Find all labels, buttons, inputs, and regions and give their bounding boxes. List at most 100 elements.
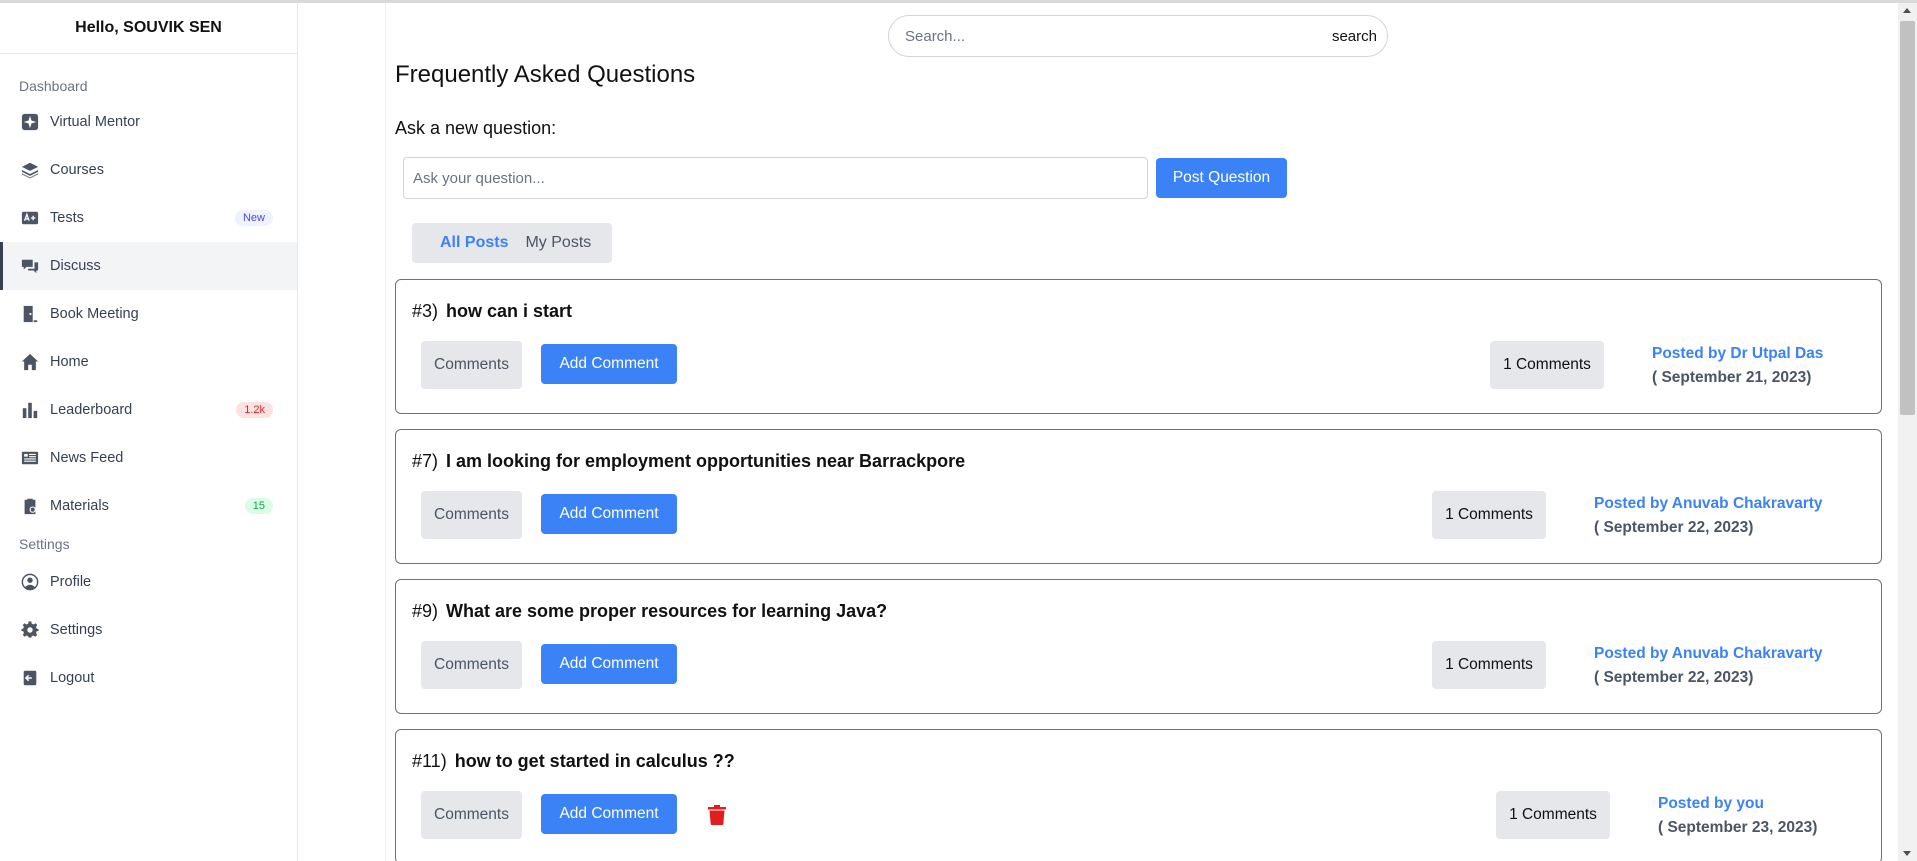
sidebar-item-label: Discuss	[50, 258, 101, 274]
post-date: ( September 22, 2023)	[1594, 519, 1754, 536]
tab-all-posts[interactable]: All Posts	[440, 234, 508, 252]
posted-by: Posted by Dr Utpal Das	[1652, 345, 1824, 362]
question-number: #11)	[412, 751, 447, 771]
post-meta: Posted by Anuvab Chakravarty ( September…	[1594, 492, 1823, 540]
question-number: #7)	[412, 451, 439, 471]
sidebar-item-label: Tests	[50, 210, 84, 226]
sidebar-item-settings[interactable]: Settings	[0, 606, 297, 654]
sparkle-icon	[20, 112, 40, 132]
post-date: ( September 21, 2023)	[1652, 369, 1812, 386]
post-date: ( September 23, 2023)	[1658, 819, 1818, 836]
add-comment-button[interactable]: Add Comment	[541, 344, 677, 384]
sidebar-item-label: News Feed	[50, 450, 124, 466]
main-content: search Frequently Asked Questions Ask a …	[385, 3, 1882, 861]
user-greeting: Hello, SOUVIK SEN	[0, 3, 297, 54]
search-bar: search	[888, 15, 1388, 57]
comment-count[interactable]: 1 Comments	[1432, 491, 1546, 539]
sidebar: Hello, SOUVIK SEN Dashboard Virtual Ment…	[0, 3, 298, 861]
question-title: #9) What are some proper resources for le…	[412, 601, 887, 622]
sidebar-item-label: Settings	[50, 622, 103, 638]
add-comment-button[interactable]: Add Comment	[541, 794, 677, 834]
add-comment-button[interactable]: Add Comment	[541, 644, 677, 684]
comments-button[interactable]: Comments	[421, 791, 522, 839]
count-badge: 1.2k	[236, 402, 273, 418]
new-badge: New	[234, 210, 273, 226]
count-badge: 15	[244, 498, 273, 514]
post-filter-tabs: All Posts My Posts	[412, 223, 612, 263]
clipboard-icon	[20, 496, 40, 516]
question-number: #9)	[412, 601, 439, 621]
search-input[interactable]	[905, 27, 1332, 45]
door-icon	[20, 304, 40, 324]
comment-count[interactable]: 1 Comments	[1432, 641, 1546, 689]
sidebar-item-label: Materials	[50, 498, 109, 514]
add-comment-button[interactable]: Add Comment	[541, 494, 677, 534]
bar-chart-icon	[20, 400, 40, 420]
layers-icon	[20, 160, 40, 180]
sidebar-item-courses[interactable]: Courses	[0, 146, 297, 194]
sidebar-item-label: Profile	[50, 574, 92, 590]
question-card: #11) how to get started in calculus ?? Co…	[395, 729, 1882, 861]
posted-by: Posted by Anuvab Chakravarty	[1594, 495, 1823, 512]
question-text: What are some proper resources for learn…	[446, 601, 888, 621]
post-date: ( September 22, 2023)	[1594, 669, 1754, 686]
question-input[interactable]	[403, 157, 1148, 199]
sidebar-item-virtual-mentor[interactable]: Virtual Mentor	[0, 98, 297, 146]
posted-by: Posted by you	[1658, 795, 1764, 812]
section-label-dashboard: Dashboard	[19, 78, 88, 94]
trash-icon[interactable]	[708, 805, 726, 825]
sidebar-item-book-meeting[interactable]: Book Meeting	[0, 290, 297, 338]
post-meta: Posted by Anuvab Chakravarty ( September…	[1594, 642, 1823, 690]
sidebar-item-news-feed[interactable]: News Feed	[0, 434, 297, 482]
sidebar-item-discuss[interactable]: Discuss	[0, 242, 297, 290]
page-title: Frequently Asked Questions	[395, 61, 696, 88]
question-text: how can i start	[446, 301, 573, 321]
post-meta: Posted by Dr Utpal Das ( September 21, 2…	[1652, 342, 1823, 390]
question-text: I am looking for employment opportunitie…	[446, 451, 966, 471]
question-text: how to get started in calculus ??	[454, 751, 735, 771]
section-label-settings: Settings	[19, 536, 70, 552]
sidebar-item-leaderboard[interactable]: Leaderboard 1.2k	[0, 386, 297, 434]
comment-count[interactable]: 1 Comments	[1496, 791, 1610, 839]
sidebar-item-tests[interactable]: Tests New	[0, 194, 297, 242]
scroll-down-icon[interactable]	[1903, 851, 1911, 856]
tab-my-posts[interactable]: My Posts	[525, 234, 591, 252]
question-card: #9) What are some proper resources for le…	[395, 579, 1882, 714]
post-question-button[interactable]: Post Question	[1156, 158, 1287, 198]
scroll-up-icon[interactable]	[1903, 8, 1911, 13]
question-title: #11) how to get started in calculus ??	[412, 751, 735, 772]
ask-question-label: Ask a new question:	[395, 118, 557, 138]
chat-icon	[20, 256, 40, 276]
comment-count[interactable]: 1 Comments	[1490, 341, 1604, 389]
sidebar-item-label: Virtual Mentor	[50, 114, 140, 130]
test-icon	[20, 208, 40, 228]
sidebar-item-label: Logout	[50, 670, 95, 686]
question-card: #7) I am looking for employment opportuni…	[395, 429, 1882, 564]
sidebar-item-label: Home	[50, 354, 89, 370]
gear-icon	[20, 620, 40, 640]
posted-by: Posted by Anuvab Chakravarty	[1594, 645, 1823, 662]
comments-button[interactable]: Comments	[421, 341, 522, 389]
question-title: #7) I am looking for employment opportuni…	[412, 451, 965, 472]
search-button[interactable]: search	[1332, 28, 1377, 45]
home-icon	[20, 352, 40, 372]
question-card: #3) how can i start Comments Add Comment …	[395, 279, 1882, 414]
user-circle-icon	[20, 572, 40, 592]
logout-icon	[20, 668, 40, 688]
sidebar-item-label: Book Meeting	[50, 306, 139, 322]
question-title: #3) how can i start	[412, 301, 572, 322]
sidebar-item-home[interactable]: Home	[0, 338, 297, 386]
comments-button[interactable]: Comments	[421, 641, 522, 689]
question-list: #3) how can i start Comments Add Comment …	[395, 279, 1882, 861]
newspaper-icon	[20, 448, 40, 468]
sidebar-item-label: Leaderboard	[50, 402, 133, 418]
page-scrollbar[interactable]	[1898, 3, 1917, 861]
sidebar-item-logout[interactable]: Logout	[0, 654, 297, 702]
sidebar-item-materials[interactable]: Materials 15	[0, 482, 297, 530]
question-number: #3)	[412, 301, 439, 321]
comments-button[interactable]: Comments	[421, 491, 522, 539]
sidebar-item-label: Courses	[50, 162, 104, 178]
post-meta: Posted by you ( September 23, 2023)	[1658, 792, 1817, 840]
scroll-thumb[interactable]	[1900, 21, 1915, 415]
sidebar-item-profile[interactable]: Profile	[0, 558, 297, 606]
